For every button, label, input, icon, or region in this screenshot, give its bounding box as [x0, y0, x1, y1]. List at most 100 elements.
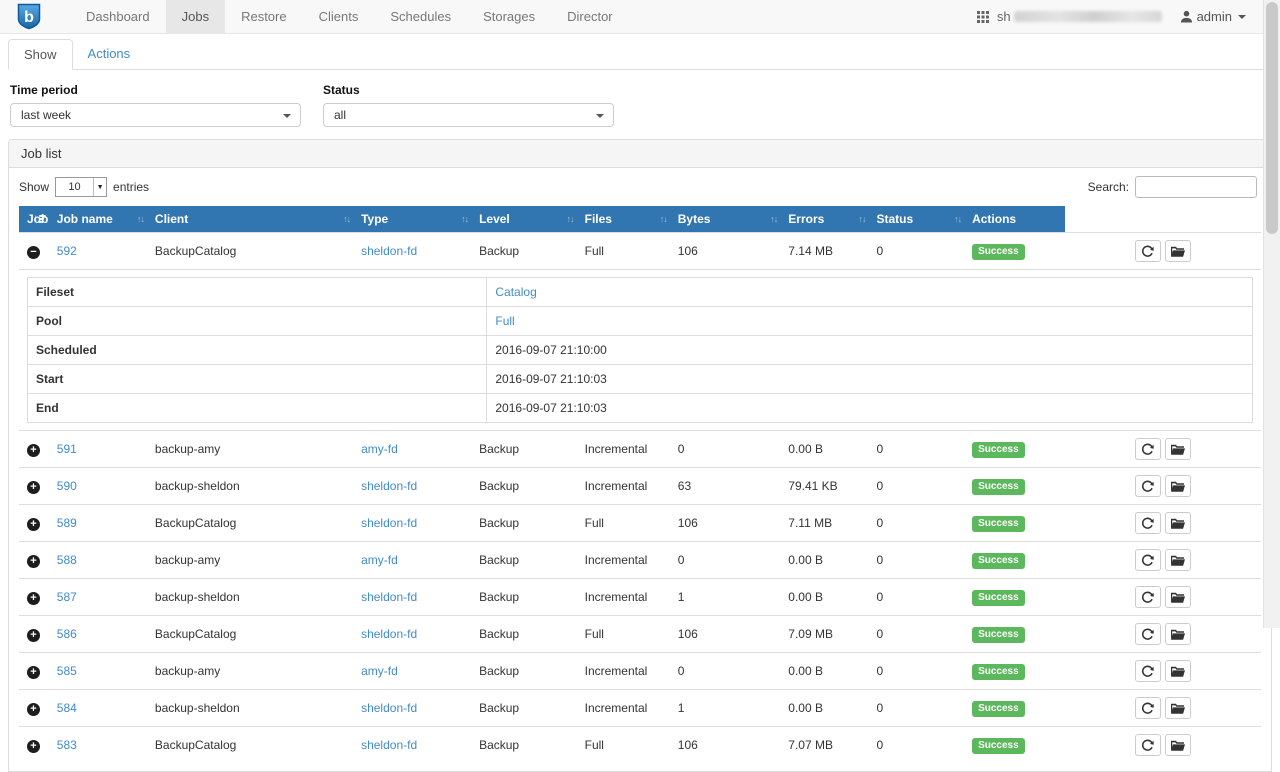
nav-item-clients[interactable]: Clients: [303, 0, 375, 33]
job-id-link[interactable]: 590: [57, 479, 77, 493]
rerun-job-button[interactable]: [1135, 512, 1161, 534]
job-id-link[interactable]: 588: [57, 553, 77, 567]
column-header-job-id[interactable]: Job ID↓: [19, 206, 49, 233]
rerun-job-button[interactable]: [1135, 586, 1161, 608]
expand-row-button[interactable]: +: [27, 592, 40, 605]
client-link[interactable]: amy-fd: [361, 442, 398, 456]
job-type: Backup: [471, 727, 577, 764]
job-row: +590backup-sheldonsheldon-fdBackupIncrem…: [19, 468, 1261, 505]
rerun-job-button[interactable]: [1135, 660, 1161, 682]
status-badge: Success: [972, 738, 1025, 754]
expand-row-button[interactable]: +: [27, 666, 40, 679]
client-link[interactable]: amy-fd: [361, 664, 398, 678]
job-files: 106: [670, 233, 781, 270]
client-link[interactable]: amy-fd: [361, 553, 398, 567]
job-id-link[interactable]: 589: [57, 516, 77, 530]
job-type: Backup: [471, 653, 577, 690]
job-id-link[interactable]: 592: [57, 244, 77, 258]
user-menu[interactable]: admin: [1180, 9, 1246, 24]
collapse-row-button[interactable]: −: [27, 246, 40, 259]
client-link[interactable]: sheldon-fd: [361, 738, 417, 752]
detail-value-link[interactable]: Full: [495, 314, 514, 328]
column-header-files[interactable]: Files↑↓: [577, 206, 670, 233]
column-header-bytes[interactable]: Bytes↑↓: [670, 206, 781, 233]
column-header-client[interactable]: Client↑↓: [147, 206, 353, 233]
job-id-link[interactable]: 586: [57, 627, 77, 641]
client-link[interactable]: sheldon-fd: [361, 701, 417, 715]
detail-row: PoolFull: [28, 307, 1253, 336]
expand-row-button[interactable]: +: [27, 740, 40, 753]
column-header-job-name[interactable]: Job name↑↓: [49, 206, 147, 233]
client-link[interactable]: sheldon-fd: [361, 244, 417, 258]
job-id-link[interactable]: 587: [57, 590, 77, 604]
expand-row-button[interactable]: +: [27, 444, 40, 457]
job-errors: 0: [868, 468, 964, 505]
status-select[interactable]: all: [323, 103, 614, 127]
filters: Time period last week Status all: [10, 83, 1272, 127]
browse-job-files-button[interactable]: [1165, 734, 1191, 756]
detail-value-link[interactable]: Catalog: [495, 285, 536, 299]
browse-job-files-button[interactable]: [1165, 512, 1191, 534]
job-files: 106: [670, 505, 781, 542]
column-header-type[interactable]: Type↑↓: [353, 206, 471, 233]
browse-job-files-button[interactable]: [1165, 475, 1191, 497]
tab-show[interactable]: Show: [8, 39, 73, 70]
expand-row-button[interactable]: +: [27, 629, 40, 642]
nav-item-schedules[interactable]: Schedules: [374, 0, 467, 33]
browse-job-files-button[interactable]: [1165, 623, 1191, 645]
job-id-link[interactable]: 584: [57, 701, 77, 715]
time-period-select[interactable]: last week: [10, 103, 301, 127]
status-value: all: [334, 108, 346, 122]
nav-item-jobs[interactable]: Jobs: [166, 0, 225, 33]
nav-item-storages[interactable]: Storages: [467, 0, 551, 33]
detail-row: Scheduled2016-09-07 21:10:00: [28, 336, 1253, 365]
chevron-down-icon: ▼: [93, 178, 106, 196]
column-header-level[interactable]: Level↑↓: [471, 206, 577, 233]
job-bytes: 7.11 MB: [780, 505, 868, 542]
entries-select[interactable]: 10 ▼: [55, 177, 107, 197]
client-link[interactable]: sheldon-fd: [361, 627, 417, 641]
browse-job-files-button[interactable]: [1165, 549, 1191, 571]
rerun-job-button[interactable]: [1135, 475, 1161, 497]
apps-grid-icon[interactable]: [977, 11, 989, 23]
browse-job-files-button[interactable]: [1165, 660, 1191, 682]
job-level: Incremental: [577, 690, 670, 727]
nav-item-dashboard[interactable]: Dashboard: [70, 0, 166, 33]
expand-row-button[interactable]: +: [27, 555, 40, 568]
job-id-link[interactable]: 591: [57, 442, 77, 456]
expand-row-button[interactable]: +: [27, 518, 40, 531]
job-id-link[interactable]: 583: [57, 738, 77, 752]
browse-job-files-button[interactable]: [1165, 697, 1191, 719]
table-controls: Show 10 ▼ entries Search:: [19, 176, 1261, 198]
browse-job-files-button[interactable]: [1165, 240, 1191, 262]
client-link[interactable]: sheldon-fd: [361, 590, 417, 604]
search-input[interactable]: [1135, 176, 1257, 198]
scrollbar[interactable]: [1263, 0, 1280, 628]
expand-row-button[interactable]: +: [27, 481, 40, 494]
nav-item-director[interactable]: Director: [551, 0, 629, 33]
expand-row-button[interactable]: +: [27, 703, 40, 716]
job-name: backup-amy: [147, 431, 353, 468]
rerun-job-button[interactable]: [1135, 240, 1161, 262]
rerun-job-button[interactable]: [1135, 549, 1161, 571]
column-header-errors[interactable]: Errors↑↓: [780, 206, 868, 233]
tab-actions[interactable]: Actions: [73, 39, 146, 70]
time-period-filter: Time period last week: [10, 83, 301, 127]
job-files: 1: [670, 690, 781, 727]
job-id-link[interactable]: 585: [57, 664, 77, 678]
browse-job-files-button[interactable]: [1165, 438, 1191, 460]
client-link[interactable]: sheldon-fd: [361, 516, 417, 530]
client-link[interactable]: sheldon-fd: [361, 479, 417, 493]
rerun-job-button[interactable]: [1135, 697, 1161, 719]
detail-row: End2016-09-07 21:10:03: [28, 394, 1253, 423]
nav-item-restore[interactable]: Restore: [225, 0, 303, 33]
column-header-status[interactable]: Status↑↓: [868, 206, 964, 233]
rerun-job-button[interactable]: [1135, 438, 1161, 460]
job-row: +583BackupCatalogsheldon-fdBackupFull106…: [19, 727, 1261, 764]
baculum-logo[interactable]: b: [16, 3, 42, 31]
rerun-job-button[interactable]: [1135, 623, 1161, 645]
browse-job-files-button[interactable]: [1165, 586, 1191, 608]
rerun-job-button[interactable]: [1135, 734, 1161, 756]
main-nav: DashboardJobsRestoreClientsSchedulesStor…: [70, 0, 629, 33]
scrollbar-thumb[interactable]: [1266, 2, 1278, 234]
